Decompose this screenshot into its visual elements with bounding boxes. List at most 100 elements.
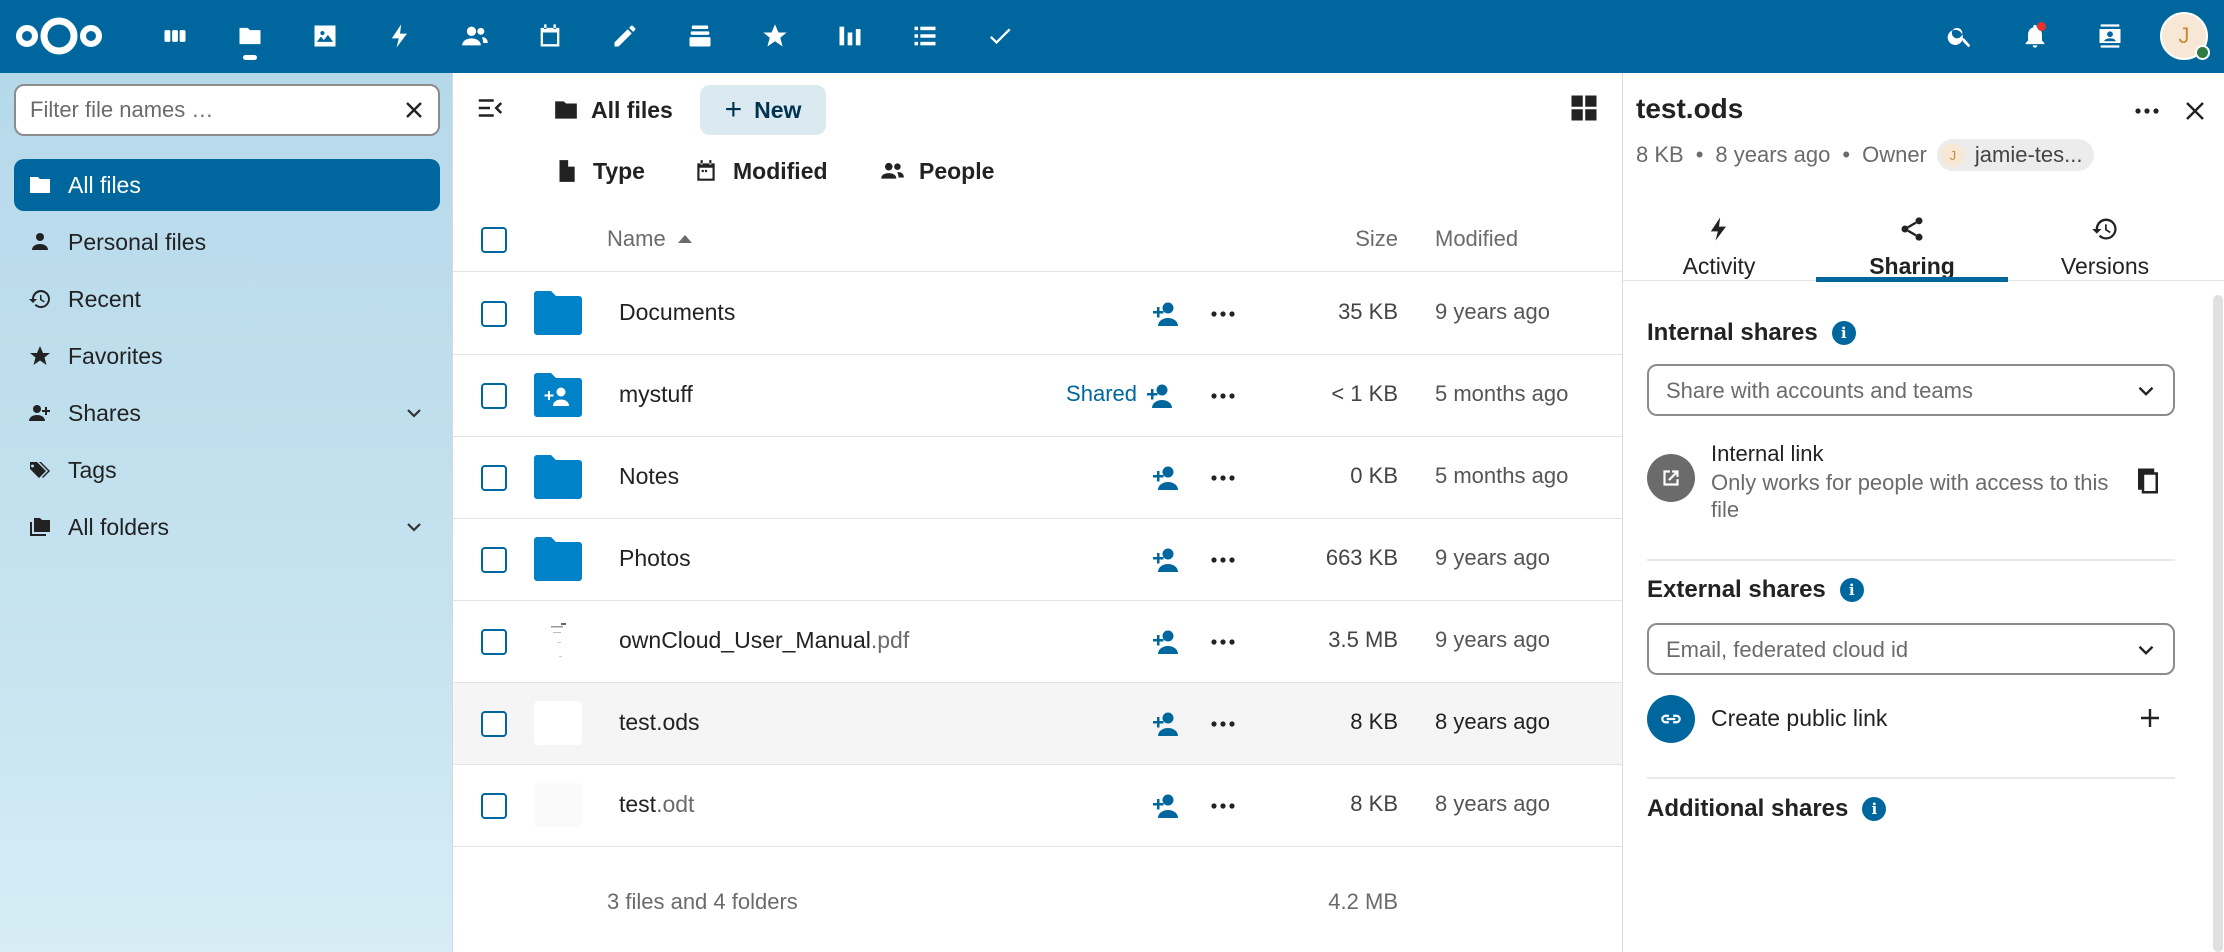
table-row[interactable]: Photos 663 KB 9 years ago <box>453 519 1622 601</box>
close-icon[interactable] <box>2179 95 2211 127</box>
active-app-indicator <box>243 55 257 60</box>
row-checkbox[interactable] <box>481 711 507 737</box>
row-checkbox[interactable] <box>481 547 507 573</box>
create-public-link-label[interactable]: Create public link <box>1711 705 1887 732</box>
row-checkbox[interactable] <box>481 629 507 655</box>
search-icon[interactable] <box>1940 16 1980 56</box>
nav-item-label: Personal files <box>68 228 207 255</box>
share-icon <box>1901 217 1923 241</box>
more-actions-icon[interactable] <box>1208 792 1238 820</box>
dashboard-app-icon[interactable] <box>155 16 195 56</box>
nav-item-all-folders[interactable]: All folders <box>14 501 440 553</box>
calendar-app-icon[interactable] <box>530 16 570 56</box>
tasks-app-icon[interactable] <box>905 16 945 56</box>
file-name[interactable]: ownCloud_User_Manual.pdf <box>619 627 909 654</box>
share-icon[interactable] <box>1151 300 1181 328</box>
sidebar-scrollbar[interactable] <box>2213 295 2223 952</box>
table-row[interactable]: mystuff Shared < 1 KB 5 months ago <box>453 355 1622 437</box>
row-checkbox[interactable] <box>481 793 507 819</box>
people-icon <box>881 162 904 179</box>
check-app-icon[interactable] <box>980 16 1020 56</box>
contacts-app-icon[interactable] <box>455 16 495 56</box>
photos-app-icon[interactable] <box>305 16 345 56</box>
clear-filter-icon[interactable] <box>400 96 428 124</box>
file-modified: 8 years ago <box>1435 709 1550 734</box>
deck-app-icon[interactable] <box>680 16 720 56</box>
chevron-down-icon[interactable] <box>402 401 426 425</box>
owner-chip[interactable]: J jamie-tes... <box>1936 139 2095 171</box>
internal-share-select[interactable]: Share with accounts and teams <box>1647 364 2175 416</box>
row-checkbox[interactable] <box>481 465 507 491</box>
table-row[interactable]: Documents 35 KB 9 years ago <box>453 273 1622 355</box>
add-public-link-icon[interactable] <box>2135 703 2165 733</box>
nextcloud-logo-icon[interactable] <box>12 14 106 58</box>
filter-modified[interactable]: Modified <box>693 151 828 191</box>
more-actions-icon[interactable] <box>1208 628 1238 656</box>
share-icon[interactable] <box>1151 628 1181 656</box>
more-actions-icon[interactable] <box>1208 464 1238 492</box>
share-icon[interactable] <box>1151 464 1181 492</box>
more-actions-icon[interactable] <box>2131 95 2163 127</box>
file-name[interactable]: Notes <box>619 463 679 490</box>
name-column-header[interactable]: Name <box>607 226 692 252</box>
files-app-icon[interactable] <box>230 16 270 56</box>
notifications-icon[interactable] <box>2015 16 2055 56</box>
copy-icon[interactable] <box>2133 466 2163 496</box>
tab-sharing[interactable]: Sharing <box>1816 197 2008 282</box>
tab-activity[interactable]: Activity <box>1623 197 1815 281</box>
notes-app-icon[interactable] <box>605 16 645 56</box>
filter-type[interactable]: Type <box>553 151 645 191</box>
share-icon[interactable] <box>1151 710 1181 738</box>
share-icon[interactable] <box>1145 382 1175 410</box>
chevron-down-icon[interactable] <box>402 515 426 539</box>
nav-item-recent[interactable]: Recent <box>14 273 440 325</box>
toggle-navigation-icon[interactable] <box>475 93 505 123</box>
info-icon[interactable]: i <box>1831 321 1856 345</box>
activity-app-icon[interactable] <box>380 16 420 56</box>
shared-label[interactable]: Shared <box>1066 381 1137 407</box>
analytics-app-icon[interactable] <box>830 16 870 56</box>
info-icon[interactable]: i <box>1862 797 1887 821</box>
more-actions-icon[interactable] <box>1208 382 1238 410</box>
more-actions-icon[interactable] <box>1208 710 1238 738</box>
nav-item-shares[interactable]: Shares <box>14 387 440 439</box>
file-name[interactable]: test.odt <box>619 791 694 818</box>
nav-item-tags[interactable]: Tags <box>14 444 440 496</box>
share-icon[interactable] <box>1151 792 1181 820</box>
nav-item-personal-files[interactable]: Personal files <box>14 216 440 268</box>
file-name[interactable]: mystuff <box>619 381 693 408</box>
table-row[interactable]: test.ods 8 KB 8 years ago <box>453 683 1622 765</box>
row-checkbox[interactable] <box>481 301 507 327</box>
file-name[interactable]: test.ods <box>619 709 700 736</box>
grid-view-icon[interactable] <box>1569 93 1599 123</box>
nav-item-all-files[interactable]: All files <box>14 159 440 211</box>
share-icon[interactable] <box>1151 546 1181 574</box>
filter-input[interactable] <box>30 96 390 124</box>
table-row[interactable]: ownCloud_User_Manual.pdf 3.5 MB 9 years … <box>453 601 1622 683</box>
tab-versions[interactable]: Versions <box>2009 197 2201 281</box>
meta-owner-label: Owner <box>1862 142 1927 167</box>
more-actions-icon[interactable] <box>1208 546 1238 574</box>
more-actions-icon[interactable] <box>1208 300 1238 328</box>
modified-column-header[interactable]: Modified <box>1435 226 1518 252</box>
meta-modified: 8 years ago <box>1715 142 1831 167</box>
select-all-checkbox[interactable] <box>481 227 507 253</box>
size-column-header[interactable]: Size <box>1355 226 1398 252</box>
file-name[interactable]: Photos <box>619 545 691 572</box>
folder-icon <box>534 291 582 335</box>
list-summary-size: 4.2 MB <box>1328 889 1398 914</box>
table-row[interactable]: Notes 0 KB 5 months ago <box>453 437 1622 519</box>
contacts-menu-icon[interactable] <box>2090 16 2130 56</box>
filter-people[interactable]: People <box>879 151 994 191</box>
history-icon <box>26 285 54 313</box>
new-button[interactable]: + New <box>700 85 826 135</box>
external-share-select[interactable]: Email, federated cloud id <box>1647 623 2175 675</box>
calendar-icon <box>697 160 715 181</box>
file-name[interactable]: Documents <box>619 299 735 326</box>
info-icon[interactable]: i <box>1839 578 1864 602</box>
favorites-app-icon[interactable] <box>755 16 795 56</box>
nav-item-favorites[interactable]: Favorites <box>14 330 440 382</box>
row-checkbox[interactable] <box>481 383 507 409</box>
table-row[interactable]: test.odt 8 KB 8 years ago <box>453 765 1622 847</box>
breadcrumb-all-files[interactable]: All files <box>553 85 673 135</box>
